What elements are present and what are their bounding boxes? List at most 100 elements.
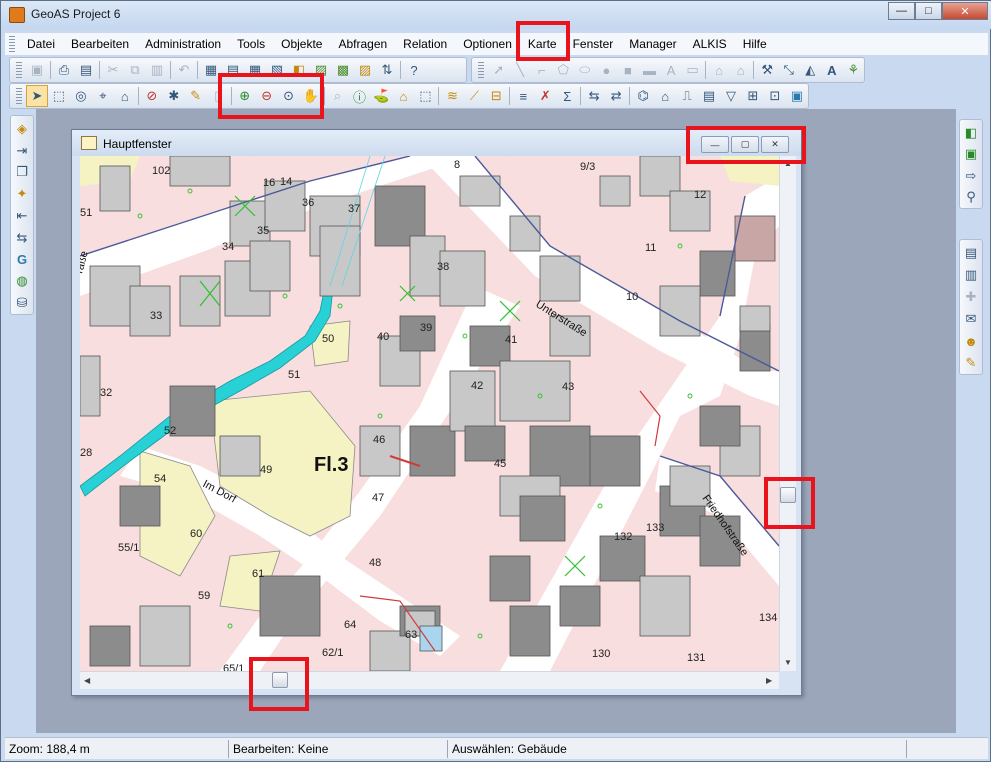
menu-hilfe[interactable]: Hilfe bbox=[735, 34, 775, 54]
doc-copy-icon[interactable]: ❐ bbox=[12, 162, 32, 184]
menu-datei[interactable]: Datei bbox=[19, 34, 63, 54]
map-frame-icon[interactable]: ⊡ bbox=[764, 85, 786, 107]
tag-icon[interactable]: ⌂ bbox=[392, 85, 414, 107]
title-bar[interactable]: GeoAS Project 6 — □ ✕ bbox=[1, 1, 991, 29]
print-icon[interactable]: ⎙ bbox=[53, 59, 75, 81]
ellipse-icon[interactable]: ⬭ bbox=[574, 59, 596, 81]
delete-list-icon[interactable]: ✗ bbox=[534, 85, 556, 107]
frame-icon[interactable]: ▭ bbox=[682, 59, 704, 81]
house-paint-icon[interactable]: ⌂ bbox=[654, 85, 676, 107]
menu-objekte[interactable]: Objekte bbox=[273, 34, 330, 54]
scale-icon[interactable]: ⎍ bbox=[676, 85, 698, 107]
close-button[interactable]: ✕ bbox=[942, 2, 988, 20]
maximize-button[interactable]: □ bbox=[915, 2, 942, 20]
menu-manager[interactable]: Manager bbox=[621, 34, 684, 54]
db-icon[interactable]: ⛁ bbox=[12, 292, 32, 314]
menu-grip[interactable] bbox=[9, 36, 15, 52]
print-preview-icon[interactable]: ▤ bbox=[75, 59, 97, 81]
road-icon[interactable]: ⊟ bbox=[485, 85, 507, 107]
paste-icon[interactable]: ▥ bbox=[146, 59, 168, 81]
rect2-icon[interactable]: ▬ bbox=[639, 59, 661, 81]
sort-icon[interactable]: ⇅ bbox=[376, 59, 398, 81]
measure-icon[interactable]: ⬚ bbox=[414, 85, 436, 107]
minimize-button[interactable]: — bbox=[888, 2, 915, 20]
map-grid-icon[interactable]: ⊞ bbox=[742, 85, 764, 107]
menu-tools[interactable]: Tools bbox=[229, 34, 273, 54]
house-icon[interactable]: ⌂ bbox=[708, 59, 730, 81]
snap-icon[interactable]: ⤡ bbox=[778, 59, 800, 81]
select-pointer-icon[interactable]: ➤ bbox=[25, 85, 48, 107]
sum-icon[interactable]: Σ bbox=[556, 85, 578, 107]
figure-icon[interactable]: ⚘ bbox=[843, 59, 865, 81]
menu-optionen[interactable]: Optionen bbox=[455, 34, 520, 54]
doc-move-icon[interactable]: ⇤ bbox=[12, 205, 32, 227]
select-house-icon[interactable]: ⌂ bbox=[114, 85, 136, 107]
copy-icon[interactable]: ⧉ bbox=[124, 59, 146, 81]
select-star-icon[interactable]: ✱ bbox=[163, 85, 185, 107]
rect-icon[interactable]: ■ bbox=[617, 59, 639, 81]
select-rect-icon[interactable]: ⬚ bbox=[48, 85, 70, 107]
layers-icon[interactable]: ≋ bbox=[441, 85, 463, 107]
undo-icon[interactable]: ↶ bbox=[173, 59, 195, 81]
doc-icon[interactable]: ▤ bbox=[698, 85, 720, 107]
vertical-scrollbar[interactable]: ▲ ▼ bbox=[779, 156, 796, 671]
scroll-right-arrow-icon[interactable]: ▶ bbox=[766, 676, 772, 685]
image2-icon[interactable]: ▩ bbox=[332, 59, 354, 81]
nav-back-icon[interactable]: ◧ bbox=[961, 122, 981, 144]
menu-fenster[interactable]: Fenster bbox=[565, 34, 622, 54]
menu-bearbeiten[interactable]: Bearbeiten bbox=[63, 34, 137, 54]
nav-forward-icon[interactable]: ⇨ bbox=[961, 165, 981, 187]
search-icon[interactable]: ⌕ bbox=[327, 85, 349, 107]
toolbar-grip[interactable] bbox=[16, 62, 22, 78]
pointer-draw-icon[interactable]: ➚ bbox=[488, 59, 510, 81]
flag-icon[interactable]: ⛳ bbox=[371, 85, 393, 107]
circle-icon[interactable]: ● bbox=[596, 59, 618, 81]
tool-icon[interactable]: ⚒ bbox=[756, 59, 778, 81]
image3-icon[interactable]: ▨ bbox=[354, 59, 376, 81]
scroll-left-arrow-icon[interactable]: ◀ bbox=[84, 676, 90, 685]
cut-icon[interactable]: ✂ bbox=[102, 59, 124, 81]
nav-search-icon[interactable]: ⚲ bbox=[961, 187, 981, 209]
house2-icon[interactable]: ⌂ bbox=[730, 59, 752, 81]
polyline-icon[interactable]: ⌐ bbox=[531, 59, 553, 81]
import-icon[interactable]: ⇄ bbox=[605, 85, 627, 107]
list-icon[interactable]: ≡ bbox=[512, 85, 534, 107]
mail-icon[interactable]: ✉ bbox=[961, 308, 981, 330]
doc-split-icon[interactable]: ⇆ bbox=[12, 227, 32, 249]
map-view-icon[interactable]: ▣ bbox=[786, 85, 808, 107]
map-canvas[interactable]: 102 8 9/3 12 11 10 36 37 35 34 16 14 50 … bbox=[80, 156, 779, 671]
pencil-icon[interactable]: ✎ bbox=[185, 85, 207, 107]
scroll-down-arrow-icon[interactable]: ▼ bbox=[784, 658, 792, 667]
menu-administration[interactable]: Administration bbox=[137, 34, 229, 54]
line-icon[interactable]: ╲ bbox=[509, 59, 531, 81]
horizontal-scrollbar[interactable]: ◀ ▶ bbox=[80, 671, 779, 689]
save-icon[interactable]: ▣ bbox=[26, 59, 48, 81]
ruler-icon[interactable]: ⟋ bbox=[463, 85, 485, 107]
nav-center-icon[interactable]: ▣ bbox=[961, 144, 981, 166]
globe-icon[interactable]: ◍ bbox=[12, 270, 32, 292]
menu-abfragen[interactable]: Abfragen bbox=[330, 34, 395, 54]
text-style-icon[interactable]: A bbox=[821, 59, 843, 81]
polygon-icon[interactable]: ⬠ bbox=[553, 59, 575, 81]
doc-star-icon[interactable]: ✦ bbox=[12, 183, 32, 205]
book-icon[interactable]: ▥ bbox=[961, 264, 981, 286]
toolbar-grip[interactable] bbox=[16, 88, 22, 104]
area-icon[interactable]: ⌬ bbox=[632, 85, 654, 107]
note-pencil-icon[interactable]: ✎ bbox=[961, 352, 981, 374]
user-icon[interactable]: ☻ bbox=[961, 330, 981, 352]
text-icon[interactable]: A bbox=[660, 59, 682, 81]
layer-add-icon[interactable]: ◈ bbox=[12, 118, 32, 140]
select-point-icon[interactable]: ⌖ bbox=[92, 85, 114, 107]
select-circle-icon[interactable]: ◎ bbox=[70, 85, 92, 107]
no-select-icon[interactable]: ⊘ bbox=[141, 85, 163, 107]
menu-relation[interactable]: Relation bbox=[395, 34, 455, 54]
fill-icon[interactable]: ◭ bbox=[800, 59, 822, 81]
menu-alkis[interactable]: ALKIS bbox=[685, 34, 735, 54]
help-icon[interactable]: ? bbox=[403, 59, 425, 81]
g-icon[interactable]: G bbox=[12, 249, 32, 271]
filter-icon[interactable]: ▽ bbox=[720, 85, 742, 107]
plus-icon[interactable]: ✚ bbox=[961, 286, 981, 308]
doc-arrow-icon[interactable]: ⇥ bbox=[12, 140, 32, 162]
window-icon[interactable]: ▤ bbox=[961, 242, 981, 264]
export-icon[interactable]: ⇆ bbox=[583, 85, 605, 107]
